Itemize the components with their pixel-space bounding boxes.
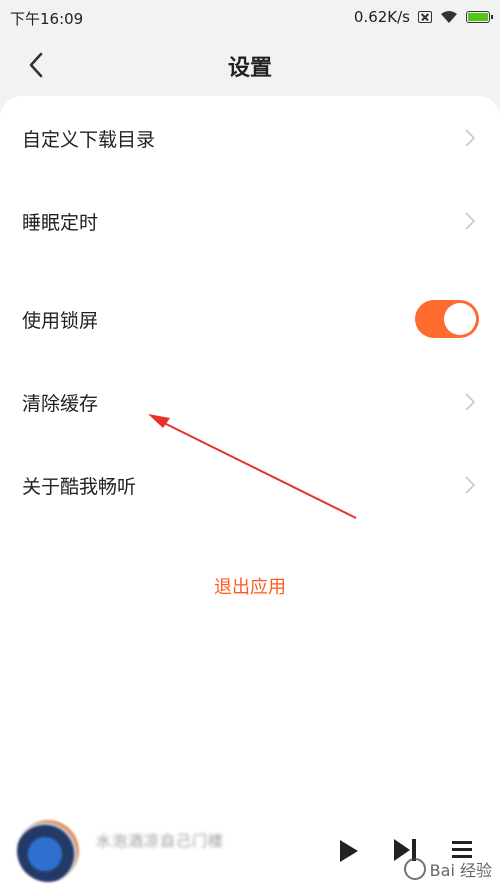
lockscreen-toggle[interactable] [415, 300, 479, 338]
setting-label: 关于酷我畅听 [22, 475, 137, 498]
chevron-right-icon [465, 476, 476, 494]
toggle-knob [444, 303, 476, 335]
setting-custom-download-dir[interactable]: 自定义下载目录 [0, 103, 500, 173]
page-title: 设置 [227, 56, 272, 81]
setting-label: 清除缓存 [22, 392, 99, 415]
play-icon[interactable] [338, 838, 360, 864]
setting-clear-cache[interactable]: 清除缓存 [0, 367, 500, 437]
status-bar: 下午16:09 0.62K/s [0, 0, 500, 36]
status-time: 下午16:09 [10, 10, 84, 28]
song-title: 水泡酒凉自己门楼 [96, 832, 225, 850]
watermark-text: Bai 经验 [429, 861, 492, 880]
paw-icon [403, 858, 426, 880]
battery-icon [466, 11, 493, 23]
app-header: 设置 [0, 36, 500, 96]
network-speed: 0.62K/s [353, 8, 410, 26]
wifi-icon [441, 11, 457, 23]
sim-none-icon [418, 11, 432, 23]
logout-button[interactable]: 退出应用 [0, 573, 500, 599]
settings-card: 自定义下载目录 睡眠定时 使用锁屏 清除缓存 关于酷我畅听 退出应用 [0, 96, 500, 889]
chevron-right-icon [465, 212, 476, 230]
setting-about[interactable]: 关于酷我畅听 [0, 450, 500, 520]
album-art[interactable] [17, 820, 79, 882]
chevron-right-icon [465, 393, 476, 411]
setting-label: 使用锁屏 [22, 309, 99, 332]
setting-label: 自定义下载目录 [22, 128, 156, 151]
baidu-watermark: Bai 经验 [403, 857, 492, 881]
mini-player[interactable]: 水泡酒凉自己门楼 Bai 经验 [0, 808, 500, 889]
status-icons: 0.62K/s [353, 8, 493, 26]
setting-use-lockscreen: 使用锁屏 [0, 284, 500, 354]
setting-sleep-timer[interactable]: 睡眠定时 [0, 186, 500, 256]
setting-label: 睡眠定时 [22, 211, 99, 234]
chevron-right-icon [465, 129, 476, 147]
